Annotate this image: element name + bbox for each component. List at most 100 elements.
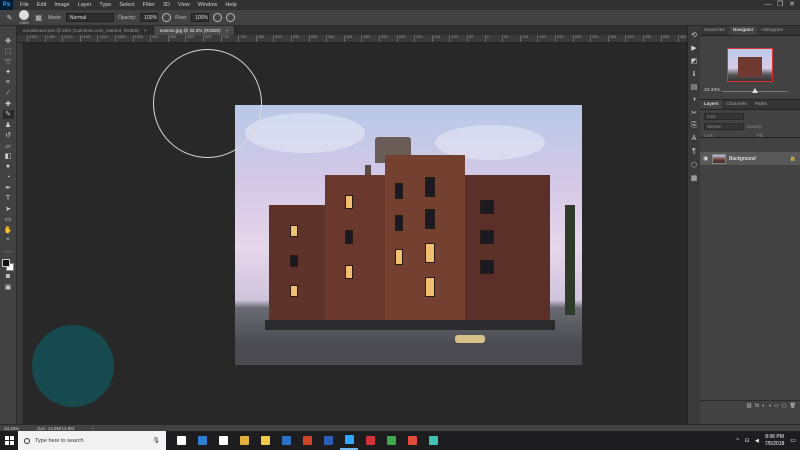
tab-swatches[interactable]: Swatches xyxy=(700,26,729,35)
clock[interactable]: 8:06 PM 7/5/2018 xyxy=(765,434,784,448)
menu-type[interactable]: Type xyxy=(95,2,115,8)
more-tools-icon[interactable]: … xyxy=(3,246,14,255)
menu-image[interactable]: Image xyxy=(50,2,73,8)
history-brush-tool-icon[interactable]: ↺ xyxy=(3,131,14,140)
taskbar-app-camtasia[interactable] xyxy=(382,431,400,450)
pressure-opacity-icon[interactable] xyxy=(162,13,172,22)
flow-input[interactable]: 100% xyxy=(191,13,210,22)
timeline-icon[interactable]: ▦ xyxy=(690,173,699,182)
foreground-color-swatch[interactable] xyxy=(2,258,10,267)
menu-window[interactable]: Window xyxy=(194,2,222,8)
taskbar-app-powerpoint[interactable] xyxy=(298,431,316,450)
brush-panel-icon[interactable]: ▦ xyxy=(33,13,44,22)
menu-file[interactable]: File xyxy=(16,2,33,8)
tab-exterior[interactable]: exterior.jpg @ 33.3% (RGB/8) × xyxy=(153,26,236,35)
layer-style-icon[interactable]: fx xyxy=(755,403,759,409)
new-layer-icon[interactable]: ▢ xyxy=(782,403,787,409)
taskbar-search[interactable]: Type here to search 🎙 xyxy=(18,431,166,450)
menu-3d[interactable]: 3D xyxy=(159,2,174,8)
volume-icon[interactable]: ◀ xyxy=(755,438,759,444)
taskbar-app-photoshop[interactable] xyxy=(340,431,358,450)
quick-mask-icon[interactable]: ◙ xyxy=(3,272,14,281)
opacity-input[interactable]: 100% xyxy=(140,13,159,22)
brush-preset-picker[interactable]: 1000 xyxy=(19,10,29,25)
hand-tool-icon[interactable]: ✋ xyxy=(3,225,14,234)
tab-paths[interactable]: Paths xyxy=(751,100,771,109)
menu-view[interactable]: View xyxy=(174,2,194,8)
notifications-icon[interactable]: ▭ xyxy=(790,437,796,444)
horizontal-ruler[interactable]: 1300 1250 1200 1150 1100 1050 1000 950 900 850 800… xyxy=(17,35,687,43)
move-tool-icon[interactable]: ✥ xyxy=(3,36,14,45)
crop-tool-icon[interactable]: ⌗ xyxy=(3,78,14,87)
taskbar-app-chrome[interactable] xyxy=(235,431,253,450)
lasso-tool-icon[interactable]: ➰ xyxy=(3,57,14,66)
taskbar-app-app-red-2[interactable] xyxy=(403,431,421,450)
tab-moodboard[interactable]: moodboard.psd @ 25% (Catchmin.com_exteri… xyxy=(17,26,154,35)
zoom-slider-handle[interactable] xyxy=(752,88,758,93)
airbrush-icon[interactable] xyxy=(213,13,223,22)
eye-icon[interactable]: ◉ xyxy=(703,155,709,162)
paragraph-icon[interactable]: ¶ xyxy=(690,147,699,156)
menu-help[interactable]: Help xyxy=(221,2,240,8)
quick-select-tool-icon[interactable]: ✦ xyxy=(3,68,14,77)
healing-tool-icon[interactable]: ✚ xyxy=(3,99,14,108)
close-tab-icon[interactable]: × xyxy=(144,28,147,33)
vertical-ruler[interactable] xyxy=(17,43,24,424)
clone-stamp-tool-icon[interactable]: ♟ xyxy=(3,120,14,129)
shape-tool-icon[interactable]: ▭ xyxy=(3,215,14,224)
microphone-icon[interactable]: 🎙 xyxy=(152,437,160,444)
adjustments-icon[interactable]: ◑ xyxy=(690,95,699,104)
eyedropper-tool-icon[interactable]: ⁄ xyxy=(3,89,14,98)
menu-filter[interactable]: Filter xyxy=(139,2,159,8)
3d-icon[interactable]: ⬡ xyxy=(690,160,699,169)
layer-row-background[interactable]: ◉ Background 🔒 xyxy=(700,152,800,165)
libraries-icon[interactable]: ▤ xyxy=(690,82,699,91)
menu-edit[interactable]: Edit xyxy=(33,2,50,8)
taskbar-app-file-explorer[interactable] xyxy=(256,431,274,450)
pen-tool-icon[interactable]: ✒ xyxy=(3,183,14,192)
tab-layers[interactable]: Layers xyxy=(700,100,723,109)
tab-histogram[interactable]: Histogram xyxy=(757,26,787,35)
actions-icon[interactable]: ▶ xyxy=(690,43,699,52)
menu-layer[interactable]: Layer xyxy=(74,2,96,8)
maximize-button[interactable]: ❐ xyxy=(774,0,786,10)
taskbar-app-task-view[interactable] xyxy=(172,431,190,450)
character-icon[interactable]: A xyxy=(690,134,699,143)
new-group-icon[interactable]: ▭ xyxy=(774,403,779,409)
brush-settings-icon[interactable]: ✂ xyxy=(690,108,699,117)
taskbar-app-edge[interactable] xyxy=(193,431,211,450)
navigator-thumbnail[interactable] xyxy=(727,48,773,82)
menu-select[interactable]: Select xyxy=(115,2,138,8)
start-button[interactable] xyxy=(0,431,18,450)
mode-select[interactable]: Normal xyxy=(65,13,114,22)
color-swatches[interactable] xyxy=(2,258,14,271)
chevron-up-icon[interactable]: ^ xyxy=(736,438,738,444)
dodge-tool-icon[interactable]: ◔ xyxy=(3,173,14,182)
screen-mode-icon[interactable]: ▣ xyxy=(3,283,14,292)
delete-layer-icon[interactable]: 🗑 xyxy=(790,403,796,409)
close-tab-icon[interactable]: × xyxy=(226,28,229,33)
tab-navigator[interactable]: Navigator xyxy=(728,26,758,35)
layer-kind-filter[interactable]: Kind xyxy=(704,113,744,120)
marquee-tool-icon[interactable]: ⬚ xyxy=(3,47,14,56)
tab-channels[interactable]: Channels xyxy=(722,100,750,109)
clone-source-icon[interactable]: ⎘ xyxy=(690,121,699,130)
link-layers-icon[interactable]: ⛓ xyxy=(746,403,752,409)
brush-tool-icon[interactable]: ✎ xyxy=(4,13,15,22)
close-button[interactable]: ✕ xyxy=(786,0,798,10)
history-icon[interactable]: ⟲ xyxy=(690,30,699,39)
taskbar-app-app-red[interactable] xyxy=(361,431,379,450)
eraser-tool-icon[interactable]: ▱ xyxy=(3,141,14,150)
taskbar-app-word[interactable] xyxy=(319,431,337,450)
add-mask-icon[interactable]: ◐ xyxy=(762,403,765,409)
path-select-tool-icon[interactable]: ➤ xyxy=(3,204,14,213)
adjustment-layer-icon[interactable]: ◑ xyxy=(768,403,771,409)
blur-tool-icon[interactable]: ● xyxy=(3,162,14,171)
canvas-area[interactable] xyxy=(24,43,687,424)
blend-mode-select[interactable]: Normal xyxy=(704,123,744,130)
pressure-size-icon[interactable] xyxy=(226,13,236,22)
minimize-button[interactable]: — xyxy=(762,0,774,10)
network-icon[interactable]: ⊡ xyxy=(745,438,749,444)
gradient-tool-icon[interactable]: ◧ xyxy=(3,152,14,161)
taskbar-app-app-teal[interactable] xyxy=(424,431,442,450)
